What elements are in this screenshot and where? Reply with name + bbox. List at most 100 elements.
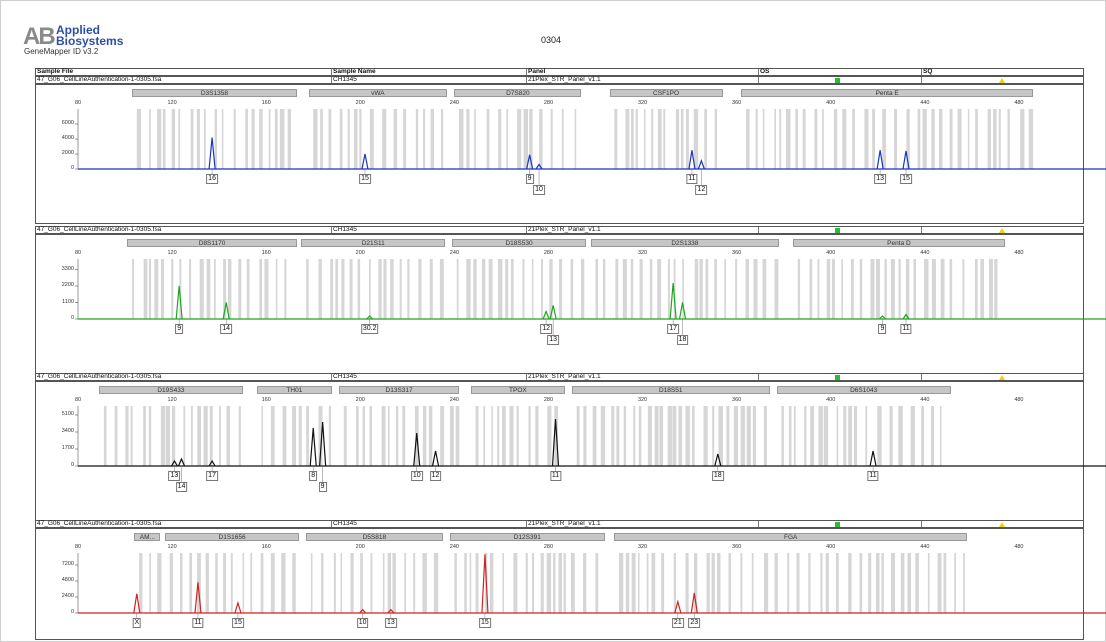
bp-tick-label: 200: [355, 544, 365, 550]
allele-bin: [865, 406, 868, 466]
marker-bar-th01[interactable]: TH01: [256, 386, 333, 394]
sample-info-row[interactable]: 47_G06_CellLineAuthentication-1-0305.fsa…: [35, 520, 1084, 528]
allele-call-label[interactable]: 12: [429, 471, 442, 481]
marker-bar-d1s1656[interactable]: D1S1656: [165, 533, 300, 541]
allele-bin: [553, 553, 556, 613]
allele-bin: [890, 553, 896, 613]
col-os: OS: [760, 68, 770, 75]
allele-call-label[interactable]: 11: [192, 618, 204, 628]
allele-call-label[interactable]: 18: [711, 471, 724, 481]
allele-bin: [541, 259, 544, 319]
allele-bin: [454, 553, 457, 613]
electropherogram-black[interactable]: D19S433 TH01 D13S317 TPOX D18S51 D6S1043 80 120…: [35, 381, 1106, 521]
allele-call-label[interactable]: 30.2: [360, 324, 379, 334]
allele-bin: [820, 553, 823, 613]
marker-bar-d18s51[interactable]: D18S51: [571, 386, 770, 394]
allele-bin: [306, 406, 309, 466]
allele-bin: [716, 553, 721, 613]
allele-call-label[interactable]: 16: [206, 174, 218, 184]
marker-bar-d2s1338[interactable]: D2S1338: [590, 239, 779, 247]
electropherogram-blue[interactable]: D3S1358 vWA D7S820 CSF1PO Penta E 80 120 160 200…: [35, 84, 1106, 224]
allele-bin: [663, 109, 666, 169]
marker-bar-d18s530[interactable]: D18S530: [452, 239, 587, 247]
marker-bar-d3s1358[interactable]: D3S1358: [132, 89, 297, 97]
allele-bin: [238, 406, 241, 466]
allele-call-label[interactable]: 18: [676, 335, 689, 345]
allele-call-label[interactable]: 17: [206, 471, 218, 481]
allele-bin: [498, 109, 502, 169]
allele-call-label[interactable]: X: [132, 618, 142, 628]
allele-call-label[interactable]: 11: [900, 324, 912, 334]
allele-call-label[interactable]: 14: [175, 482, 188, 492]
allele-bin: [859, 553, 863, 613]
peak-12: [697, 158, 705, 170]
allele-call-label[interactable]: 11: [686, 174, 698, 184]
allele-call-label[interactable]: 21: [671, 618, 684, 628]
bp-tick-label: 320: [637, 100, 648, 106]
marker-bar-vwa[interactable]: vWA: [308, 89, 448, 97]
allele-bin: [602, 259, 606, 319]
allele-call-label[interactable]: 15: [900, 174, 912, 184]
allele-bin: [378, 259, 382, 319]
marker-bar-penta-e[interactable]: Penta E: [741, 89, 1033, 97]
allele-call-label[interactable]: 10: [410, 471, 423, 481]
marker-bar-d13s317[interactable]: D13S317: [339, 386, 460, 394]
allele-bin: [292, 406, 297, 466]
allele-bin: [321, 553, 324, 613]
allele-call-label[interactable]: 15: [232, 618, 244, 628]
electropherogram-red[interactable]: AM... D1S1656 D5S818 D12S391 FGA 80 120 160 200 2…: [35, 528, 1106, 640]
marker-bar-d8s1170[interactable]: D8S1170: [127, 239, 297, 247]
allele-call-label[interactable]: 13: [874, 174, 887, 184]
allele-bin: [215, 553, 218, 613]
allele-call-label[interactable]: 13: [168, 471, 181, 481]
allele-bin: [282, 406, 287, 466]
marker-bar-penta-d[interactable]: Penta D: [793, 239, 1005, 247]
marker-bar-d6s1043[interactable]: D6S1043: [776, 386, 951, 394]
marker-bar-d5s818[interactable]: D5S818: [306, 533, 443, 541]
allele-call-label[interactable]: 10: [356, 618, 369, 628]
marker-bar-fga[interactable]: FGA: [614, 533, 968, 541]
marker-bar-d7s820[interactable]: D7S820: [454, 89, 582, 97]
allele-call-label[interactable]: 9: [878, 324, 887, 334]
allele-call-label[interactable]: 14: [220, 324, 233, 334]
allele-call-label[interactable]: 9: [175, 324, 184, 334]
allele-bin: [647, 406, 652, 466]
marker-bar-d12s391[interactable]: D12S391: [449, 533, 605, 541]
allele-call-label[interactable]: 12: [540, 324, 552, 334]
allele-bin: [259, 259, 263, 319]
allele-call-label[interactable]: 13: [384, 618, 397, 628]
allele-call-label[interactable]: 17: [667, 324, 680, 334]
allele-call-label[interactable]: 9: [525, 174, 534, 184]
allele-call-label[interactable]: 15: [359, 174, 371, 184]
marker-bar-csf1po[interactable]: CSF1PO: [609, 89, 723, 97]
allele-call-label[interactable]: 9: [318, 482, 327, 492]
allele-call-label[interactable]: 10: [533, 185, 545, 195]
electropherogram-green[interactable]: D8S1170 D21S11 D18S530 D2S1338 Penta D 80 120 1…: [35, 234, 1106, 374]
allele-call-label[interactable]: 13: [547, 335, 560, 345]
allele-call-label[interactable]: 8: [309, 471, 318, 481]
allele-call-label[interactable]: 15: [479, 618, 491, 628]
marker-bar-d19s433[interactable]: D19S433: [99, 386, 243, 394]
allele-bin: [148, 259, 152, 319]
allele-bin: [712, 406, 715, 466]
allele-call-label[interactable]: 23: [688, 618, 701, 628]
allele-call-label[interactable]: 12: [695, 185, 708, 195]
marker-bar-d21s11[interactable]: D21S11: [301, 239, 445, 247]
allele-bin: [356, 406, 359, 466]
allele-bin: [740, 406, 745, 466]
sample-info-row[interactable]: 47_G06_CellLineAuthentication-1-0305.fsa…: [35, 373, 1084, 381]
y-tick-label: 1100: [62, 298, 74, 305]
allele-call-label[interactable]: 11: [867, 471, 879, 481]
allele-bin: [510, 259, 514, 319]
allele-bin: [905, 259, 910, 319]
bp-tick-label: 440: [920, 397, 930, 403]
allele-bin: [678, 406, 683, 466]
allele-call-label[interactable]: 11: [549, 471, 562, 481]
sample-info-row[interactable]: 47_G06_CellLineAuthentication-1-0305.fsa…: [35, 76, 1084, 84]
marker-bar-tpox[interactable]: TPOX: [470, 386, 565, 394]
sample-info-row[interactable]: 47_G06_CellLineAuthentication-1-0305.fsa…: [35, 226, 1084, 234]
allele-bin: [489, 553, 494, 613]
marker-bar-am-[interactable]: AM...: [134, 533, 161, 541]
allele-bin: [157, 553, 162, 613]
allele-bin: [753, 259, 758, 319]
